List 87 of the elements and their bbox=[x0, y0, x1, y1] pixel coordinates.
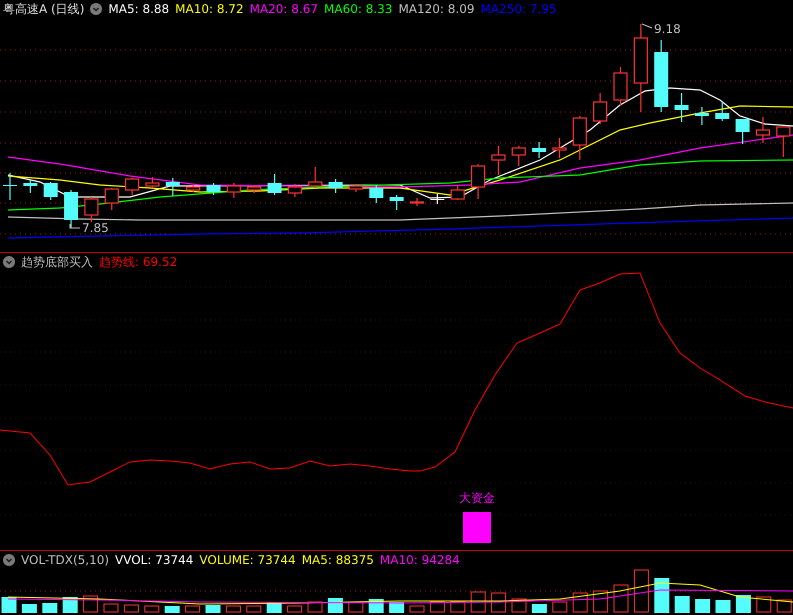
indicator-value: MA120: 8.09 bbox=[398, 3, 474, 15]
volume-bar bbox=[226, 606, 241, 612]
signal-bar bbox=[463, 512, 491, 543]
volume-bar bbox=[328, 598, 343, 613]
candlestick bbox=[613, 67, 628, 106]
indicator-value: 趋势线: 69.52 bbox=[99, 256, 178, 268]
candlestick bbox=[64, 190, 78, 228]
candlestick bbox=[226, 183, 241, 198]
volume-bar bbox=[674, 596, 690, 613]
volume-bar bbox=[124, 604, 139, 612]
indicator-value: MA60: 8.33 bbox=[324, 3, 392, 15]
candlestick bbox=[23, 180, 38, 193]
candlestick bbox=[104, 188, 119, 210]
candlestick bbox=[512, 146, 526, 166]
candlestick bbox=[593, 93, 608, 124]
volume-bar bbox=[736, 595, 751, 613]
candlestick bbox=[736, 119, 750, 144]
volume-bar bbox=[634, 570, 649, 612]
volume-bar bbox=[450, 602, 466, 612]
candlestick bbox=[674, 93, 689, 122]
volume-bar bbox=[389, 602, 404, 613]
volume-bar bbox=[2, 597, 16, 613]
volume-bar bbox=[287, 606, 302, 612]
candlestick bbox=[390, 195, 404, 210]
candlestick bbox=[186, 185, 200, 192]
candlestick bbox=[572, 116, 587, 160]
volume-bar bbox=[716, 600, 730, 613]
candlestick bbox=[348, 184, 364, 192]
candlestick bbox=[552, 138, 567, 158]
candlestick bbox=[308, 167, 322, 188]
candlestick bbox=[694, 107, 709, 125]
volume-bar bbox=[593, 590, 608, 612]
volume-bar bbox=[42, 603, 58, 613]
volume-bar bbox=[22, 604, 37, 613]
candlestick bbox=[450, 185, 465, 200]
candlestick bbox=[776, 126, 790, 157]
candlestick bbox=[430, 194, 444, 204]
indicator-value: MA10: 94284 bbox=[380, 554, 460, 566]
candlestick bbox=[166, 178, 180, 196]
candlestick bbox=[145, 177, 160, 188]
candlestick bbox=[470, 164, 486, 199]
candlestick bbox=[756, 117, 770, 143]
candlestick bbox=[84, 197, 98, 222]
candlestick bbox=[125, 178, 140, 195]
volume-bar bbox=[206, 605, 220, 613]
dropdown-icon[interactable] bbox=[3, 554, 15, 566]
indicator-value: VVOL: 73744 bbox=[115, 554, 194, 566]
candlestick bbox=[532, 142, 546, 158]
dropdown-icon[interactable] bbox=[90, 3, 102, 15]
volume-bar bbox=[430, 602, 445, 612]
volume-bar bbox=[695, 599, 710, 613]
dropdown-icon[interactable] bbox=[3, 256, 15, 268]
volume-bar bbox=[552, 602, 568, 612]
volume-bar bbox=[654, 578, 670, 613]
indicator-value: VOLUME: 73744 bbox=[199, 554, 296, 566]
candlestick bbox=[369, 185, 384, 203]
volume-bar bbox=[491, 592, 506, 612]
volume-bar bbox=[410, 606, 424, 612]
candlestick bbox=[44, 182, 58, 200]
signal-label: 大资金 bbox=[459, 491, 495, 505]
candlestick bbox=[715, 102, 730, 121]
indicator-value: MA20: 8.67 bbox=[250, 3, 318, 15]
volume-bar bbox=[470, 592, 486, 612]
indicator-title: VOL-TDX(5,10) bbox=[21, 554, 110, 566]
volume-bar bbox=[144, 606, 160, 612]
candlestick bbox=[268, 174, 282, 195]
indicator-value: MA250: 7.95 bbox=[480, 3, 557, 15]
candlestick bbox=[288, 184, 302, 197]
candlestick bbox=[491, 146, 506, 175]
indicator-title: 趋势底部买入 bbox=[21, 256, 93, 268]
stock-title: 粤高速A (日线) bbox=[3, 3, 84, 15]
candlestick bbox=[328, 179, 343, 193]
candlestick bbox=[206, 183, 220, 195]
indicator-value: MA5: 88375 bbox=[302, 554, 374, 566]
volume-bar bbox=[532, 604, 547, 613]
volume-bar bbox=[246, 606, 262, 612]
candlestick bbox=[3, 173, 17, 200]
volume-bar bbox=[104, 604, 118, 612]
volume-bar bbox=[614, 584, 628, 612]
indicator-value: MA10: 8.72 bbox=[175, 3, 244, 15]
volume-bar bbox=[572, 592, 588, 612]
candlestick bbox=[654, 40, 668, 112]
candlestick bbox=[247, 185, 262, 193]
volume-bar bbox=[185, 606, 200, 612]
indicator-value: MA5: 8.88 bbox=[108, 3, 170, 15]
volume-bar bbox=[164, 606, 180, 613]
volume-bar bbox=[756, 596, 772, 612]
